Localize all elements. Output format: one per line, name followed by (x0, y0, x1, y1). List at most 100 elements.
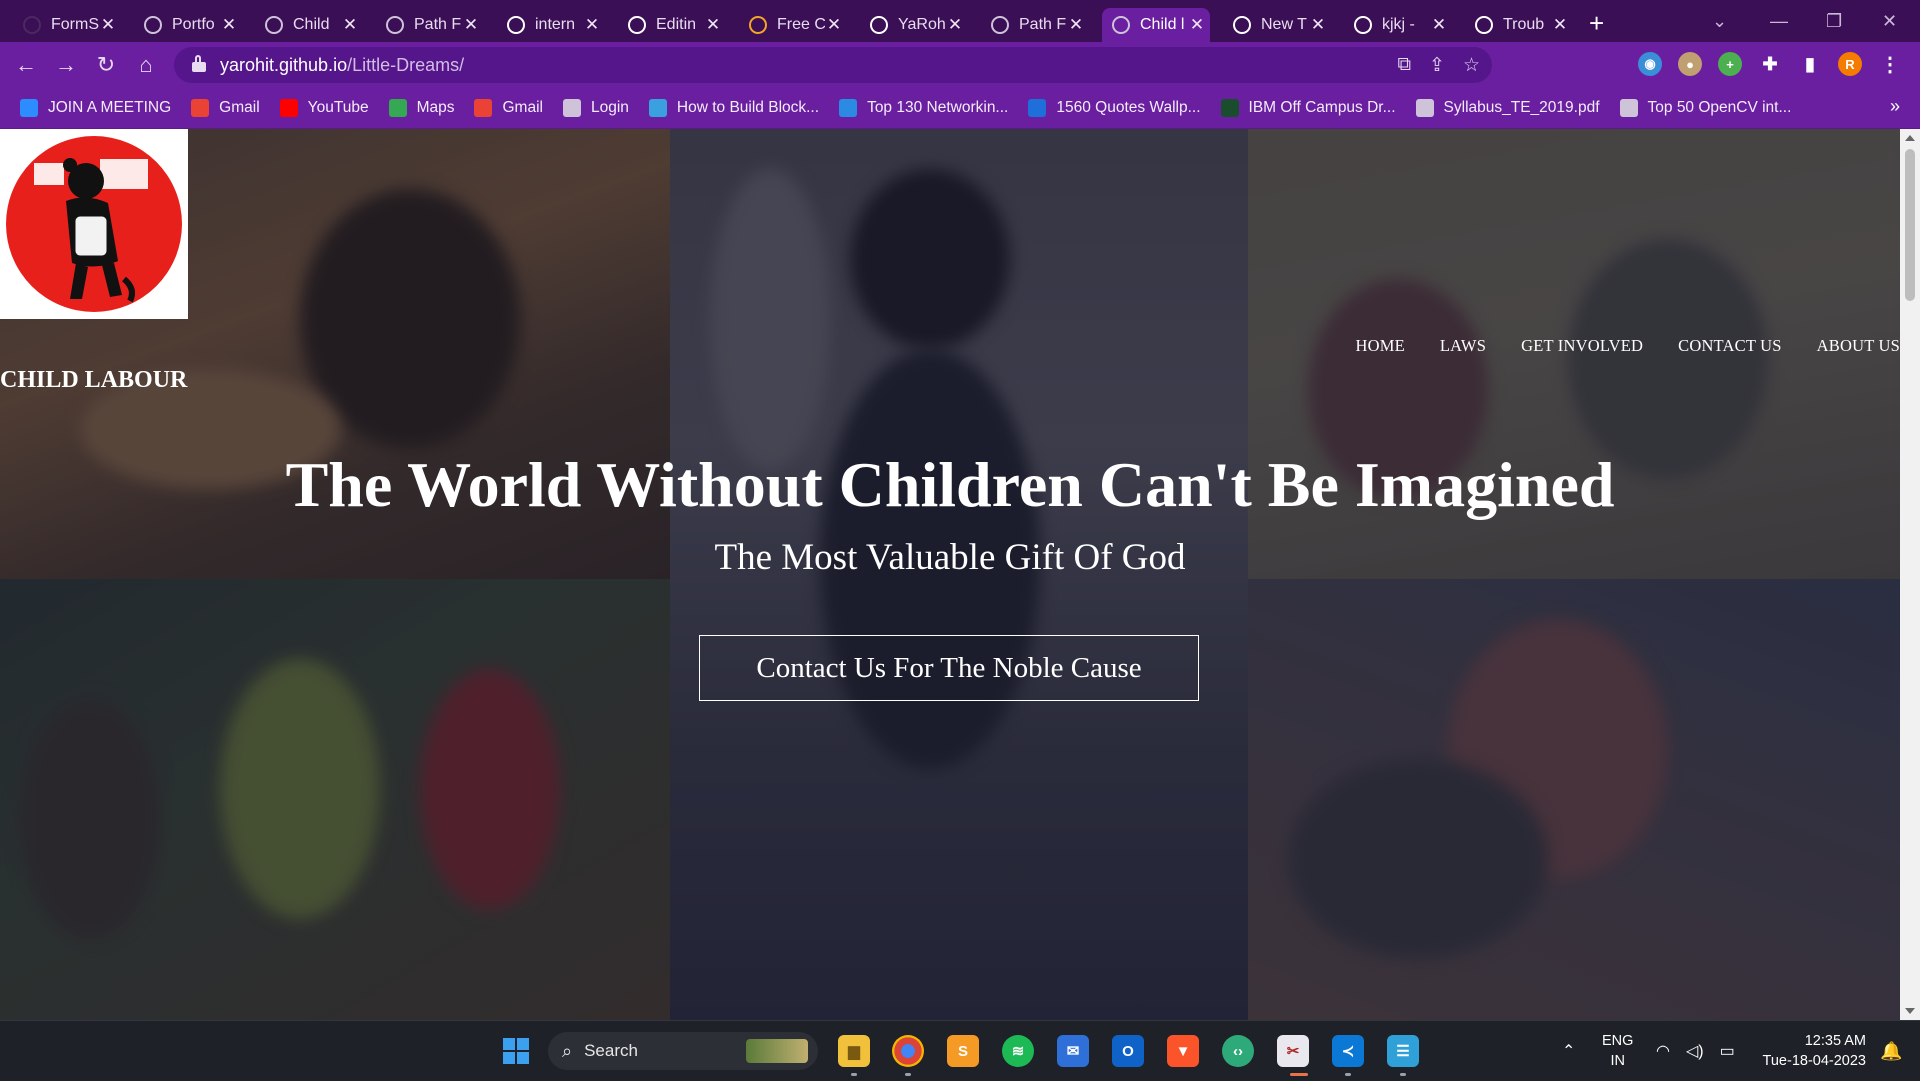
notepad-icon[interactable]: ☰ (1387, 1035, 1419, 1067)
bookmark-item[interactable]: IBM Off Campus Dr... (1220, 99, 1396, 117)
nav-home[interactable]: HOME (1355, 336, 1404, 356)
globe-icon (144, 16, 162, 34)
sublime-text-icon[interactable]: S (947, 1035, 979, 1067)
snipping-tool-icon[interactable]: ✂ (1277, 1035, 1309, 1067)
extension-icon[interactable]: + (1718, 52, 1742, 76)
bookmark-item[interactable]: 1560 Quotes Wallp... (1028, 99, 1201, 117)
address-bar[interactable]: yarohit.github.io /Little-Dreams/ ⧉ ⇪ ☆ (174, 47, 1492, 83)
file-explorer-icon[interactable]: ▆ (838, 1035, 870, 1067)
scroll-down-icon[interactable] (1905, 1008, 1915, 1014)
browser-tab[interactable]: YaRoh ✕ (860, 8, 968, 42)
browser-tab[interactable]: Child ✕ (255, 8, 363, 42)
browser-tab[interactable]: Child l ✕ (1102, 8, 1210, 42)
bookmark-item[interactable]: JOIN A MEETING (20, 99, 171, 117)
nav-contact-us[interactable]: CONTACT US (1678, 336, 1782, 356)
bookmark-item[interactable]: Syllabus_TE_2019.pdf (1415, 99, 1600, 117)
taskbar-search[interactable]: ⌕ Search (548, 1032, 818, 1070)
bookmark-item[interactable]: Top 50 OpenCV int... (1619, 99, 1791, 117)
close-tab-icon[interactable]: ✕ (462, 15, 480, 35)
new-tab-icon[interactable]: + (1589, 8, 1604, 39)
brave-icon[interactable]: ▼ (1167, 1035, 1199, 1067)
browser-tab[interactable]: Path F ✕ (376, 8, 484, 42)
contact-cta-button[interactable]: Contact Us For The Noble Cause (699, 635, 1199, 701)
restore-icon[interactable]: ❐ (1826, 0, 1842, 42)
close-tab-icon[interactable]: ✕ (583, 15, 601, 35)
close-tab-icon[interactable]: ✕ (220, 15, 238, 35)
close-tab-icon[interactable]: ✕ (1430, 15, 1448, 35)
bookmark-item[interactable]: YouTube (279, 99, 369, 117)
close-tab-icon[interactable]: ✕ (825, 15, 843, 35)
page-scrollbar[interactable] (1900, 129, 1920, 1020)
scrollbar-thumb[interactable] (1905, 149, 1915, 301)
browser-tab[interactable]: Portfo ✕ (134, 8, 242, 42)
extension-icon[interactable]: ◉ (1638, 52, 1662, 76)
profile-avatar[interactable]: R (1838, 52, 1862, 76)
language-indicator[interactable]: ENG IN (1602, 1031, 1633, 1071)
github-icon (1475, 16, 1493, 34)
maps-icon (388, 99, 407, 117)
notification-icon[interactable]: 🔔 (1880, 1021, 1902, 1081)
back-icon[interactable]: ← (6, 52, 46, 78)
side-panel-icon[interactable]: ▮ (1798, 52, 1822, 76)
outlook-icon[interactable]: O (1112, 1035, 1144, 1067)
puzzle-icon[interactable]: ✚ (1758, 52, 1782, 76)
toolbar: ← → ↻ ⌂ yarohit.github.io /Little-Dreams… (0, 42, 1920, 88)
gmail-icon (474, 99, 493, 117)
browser-tab[interactable]: FormS ✕ (13, 8, 121, 42)
bookmark-item[interactable]: Top 130 Networkin... (839, 99, 1008, 117)
clock[interactable]: 12:35 AM Tue-18-04-2023 (1756, 1031, 1866, 1071)
extension-icon[interactable]: ● (1678, 52, 1702, 76)
share-icon[interactable]: ⇪ (1429, 54, 1445, 77)
site-brand[interactable]: CHILD LABOUR (0, 367, 187, 394)
browser-tab[interactable]: kjkj - ✕ (1344, 8, 1452, 42)
windows-start-icon[interactable] (500, 1035, 532, 1067)
chrome-icon[interactable] (892, 1035, 924, 1067)
nav-laws[interactable]: LAWS (1440, 336, 1486, 356)
bookmark-item[interactable]: How to Build Block... (648, 99, 819, 117)
gmail-icon (191, 99, 210, 117)
spotify-icon[interactable]: ≋ (1002, 1035, 1034, 1067)
home-icon[interactable]: ⌂ (126, 52, 166, 78)
system-tray[interactable]: ◠ ◁) ▭ (1656, 1021, 1735, 1081)
lock-icon[interactable] (192, 55, 206, 72)
close-tab-icon[interactable]: ✕ (946, 15, 964, 35)
site-nav: HOME LAWS GET INVOLVED CONTACT US ABOUT … (1320, 336, 1900, 356)
tray-overflow-icon[interactable]: ⌃ (1562, 1021, 1575, 1081)
bookmark-item[interactable]: Maps (388, 99, 454, 117)
browser-tab[interactable]: Troub ✕ (1465, 8, 1573, 42)
close-tab-icon[interactable]: ✕ (1309, 15, 1327, 35)
site-logo[interactable] (0, 129, 188, 319)
vscode-icon[interactable]: ≺ (1332, 1035, 1364, 1067)
browser-tab[interactable]: Free C ✕ (739, 8, 847, 42)
dev-app-icon[interactable]: ‹› (1222, 1035, 1254, 1067)
globe-icon (1112, 16, 1130, 34)
bookmark-item[interactable]: Gmail (474, 99, 543, 117)
minimize-icon[interactable]: — (1770, 0, 1788, 42)
tab-search-icon[interactable]: ⌄ (1712, 0, 1727, 42)
globe-icon (991, 16, 1009, 34)
menu-icon[interactable]: ⋮ (1878, 52, 1902, 76)
close-tab-icon[interactable]: ✕ (341, 15, 359, 35)
close-tab-icon[interactable]: ✕ (1551, 15, 1569, 35)
scroll-up-icon[interactable] (1905, 135, 1915, 141)
browser-tab[interactable]: Path F ✕ (981, 8, 1089, 42)
reload-icon[interactable]: ↻ (86, 52, 126, 78)
close-tab-icon[interactable]: ✕ (704, 15, 722, 35)
close-tab-icon[interactable]: ✕ (1188, 15, 1206, 35)
browser-tab[interactable]: New T ✕ (1223, 8, 1331, 42)
close-tab-icon[interactable]: ✕ (99, 15, 117, 35)
mail-icon[interactable]: ✉ (1057, 1035, 1089, 1067)
nav-about-us[interactable]: ABOUT US (1817, 336, 1900, 356)
forward-icon[interactable]: → (46, 52, 86, 78)
close-tab-icon[interactable]: ✕ (1067, 15, 1085, 35)
translate-icon[interactable]: ⧉ (1397, 54, 1411, 77)
browser-tab[interactable]: intern ✕ (497, 8, 605, 42)
nav-get-involved[interactable]: GET INVOLVED (1521, 336, 1643, 356)
bookmark-item[interactable]: Login (562, 99, 629, 117)
google-icon (1354, 16, 1372, 34)
close-window-icon[interactable]: ✕ (1882, 0, 1897, 42)
bookmarks-overflow-icon[interactable]: » (1890, 96, 1900, 117)
bookmark-star-icon[interactable]: ☆ (1463, 54, 1480, 77)
bookmark-item[interactable]: Gmail (191, 99, 260, 117)
browser-tab[interactable]: Editin ✕ (618, 8, 726, 42)
